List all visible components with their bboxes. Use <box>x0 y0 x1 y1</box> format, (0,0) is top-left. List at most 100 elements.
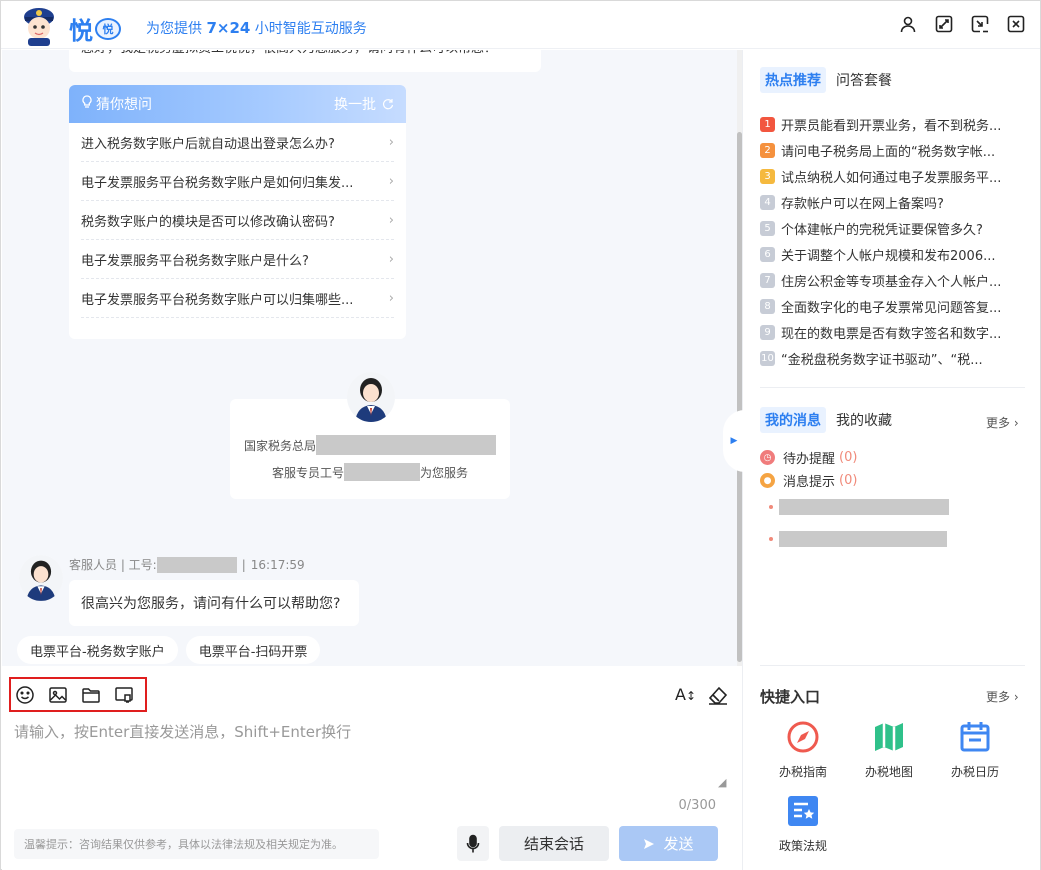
messages-more-link[interactable]: 更多 › <box>986 414 1019 431</box>
agent-org-label: 国家税务总局 <box>244 438 317 453</box>
hot-item-text: 现在的数电票是否有数字签名和数字... <box>781 326 1002 342</box>
rank-badge: 3 <box>760 168 775 184</box>
chevron-right-icon: › <box>388 134 394 150</box>
maximize-icon[interactable] <box>934 14 954 34</box>
notice-item[interactable] <box>769 499 949 515</box>
hot-item[interactable]: 3 试点纳税人如何通过电子发票服务平... <box>760 163 1025 189</box>
hot-item[interactable]: 7 住房公积金等专项基金存入个人帐户... <box>760 267 1025 293</box>
end-session-button[interactable]: 结束会话 <box>499 826 609 861</box>
hot-item-text: 全面数字化的电子发票常见问题答复... <box>781 300 1002 316</box>
hot-item-text: 住房公积金等专项基金存入个人帐户... <box>781 274 1002 290</box>
lightbulb-icon <box>81 95 93 113</box>
hot-item[interactable]: 10 “金税盘税务数字证书驱动”、“税... <box>760 345 1025 371</box>
guess-question-item[interactable]: 进入税务数字账户后就自动退出登录怎么办? › <box>81 123 394 162</box>
header: 悦 悦 为您提供 7×24 小时智能互动服务 <box>1 1 1040 49</box>
refresh-button[interactable]: 换一批 <box>334 94 394 114</box>
rank-badge: 4 <box>760 194 775 210</box>
agent-avatar <box>347 372 395 422</box>
quick-item-tax-guide[interactable]: 办税指南 <box>763 717 843 780</box>
font-size-icon[interactable]: A↕ <box>675 685 696 704</box>
agent-message-bubble: 很高兴为您服务，请问有什么可以帮助您? <box>69 580 359 626</box>
hot-item[interactable]: 1 开票员能看到开票业务，看不到税务... <box>760 111 1025 137</box>
guess-question-item[interactable]: 税务数字账户的模块是否可以修改确认密码? › <box>81 201 394 240</box>
guess-question-item[interactable]: 电子发票服务平台税务数字账户是什么? › <box>81 240 394 279</box>
message-meta: 客服人员 | 工号: | 16:17:59 <box>69 556 305 573</box>
chevron-right-icon: › <box>388 251 394 267</box>
rank-badge: 2 <box>760 142 775 158</box>
chevron-right-icon: › <box>388 290 394 306</box>
minimize-to-tray-icon[interactable] <box>970 14 990 34</box>
redacted-block <box>779 531 947 547</box>
divider <box>760 665 1025 666</box>
guess-question-item[interactable]: 电子发票服务平台税务数字账户可以归集哪些... › <box>81 279 394 318</box>
resize-grip-icon[interactable]: ◢ <box>718 776 730 790</box>
hot-item-text: 开票员能看到开票业务，看不到税务... <box>781 118 1002 134</box>
emoji-icon[interactable] <box>14 684 36 706</box>
rank-badge: 1 <box>760 116 775 132</box>
quick-reply-chip[interactable]: 电票平台-税务数字账户 <box>17 636 178 664</box>
quick-reply-chips: 电票平台-税务数字账户 电票平台-扫码开票 <box>17 636 321 664</box>
screenshot-icon[interactable] <box>113 684 135 706</box>
user-icon[interactable] <box>898 14 918 34</box>
todo-reminder-row[interactable]: ◷ 待办提醒 (0) <box>760 448 857 467</box>
rank-badge: 9 <box>760 324 775 340</box>
hot-tabs: 热点推荐 问答套餐 <box>760 67 892 93</box>
quick-entry-title: 快捷入口 <box>760 688 821 706</box>
quick-item-tax-map[interactable]: 办税地图 <box>849 717 929 780</box>
close-icon[interactable] <box>1006 14 1026 34</box>
compass-icon <box>787 721 819 753</box>
send-icon <box>644 838 655 849</box>
hot-item-text: “金税盘税务数字证书驱动”、“税... <box>781 352 983 368</box>
policy-doc-icon <box>788 796 818 826</box>
voice-input-button[interactable] <box>457 826 489 861</box>
rank-badge: 5 <box>760 220 775 236</box>
bulb-icon: ● <box>760 473 775 488</box>
slogan: 为您提供 7×24 小时智能互动服务 <box>146 19 367 37</box>
chevron-right-icon: › <box>388 212 394 228</box>
agent-id-label: 客服专员工号 <box>272 465 345 480</box>
hot-item[interactable]: 5 个体建帐户的完税凭证要保管多久? <box>760 215 1025 241</box>
rank-badge: 10 <box>760 350 775 366</box>
quick-reply-chip[interactable]: 电票平台-扫码开票 <box>185 636 321 664</box>
message-time: 16:17:59 <box>250 557 305 572</box>
hot-item[interactable]: 9 现在的数电票是否有数字签名和数字... <box>760 319 1025 345</box>
quick-item-policy[interactable]: 政策法规 <box>763 791 843 854</box>
hot-item-text: 存款帐户可以在网上备案吗? <box>781 196 944 212</box>
notice-item[interactable] <box>769 531 947 547</box>
hot-item-text: 试点纳税人如何通过电子发票服务平... <box>781 170 1002 186</box>
hot-item[interactable]: 2 请问电子税务局上面的“税务数字帐... <box>760 137 1025 163</box>
message-input[interactable] <box>14 721 730 791</box>
tab-my-messages[interactable]: 我的消息 <box>760 407 826 433</box>
disclaimer-tip: 温馨提示：咨询结果仅供参考，具体以法律法规及相关规定为准。 <box>14 829 379 859</box>
message-notice-row[interactable]: ● 消息提示 (0) <box>760 471 857 490</box>
tab-qa-package[interactable]: 问答套餐 <box>836 70 892 90</box>
redacted-block <box>779 499 949 515</box>
quick-more-link[interactable]: 更多 › <box>986 688 1019 705</box>
collapse-panel-button[interactable]: ▶ <box>723 410 745 472</box>
send-button[interactable]: 发送 <box>619 826 718 861</box>
agent-avatar <box>19 555 63 601</box>
calendar-icon <box>960 722 990 752</box>
guess-header: 猜你想问 换一批 <box>69 85 406 123</box>
eraser-icon[interactable] <box>706 684 730 706</box>
hot-item[interactable]: 4 存款帐户可以在网上备案吗? <box>760 189 1025 215</box>
input-area: A↕ ◢ 0/300 温馨提示：咨询结果仅供参考，具体以法律法规及相关规定为准。… <box>2 666 742 870</box>
tab-hot-recommend[interactable]: 热点推荐 <box>760 67 826 93</box>
mascot-avatar-icon <box>24 8 54 46</box>
right-panel: ▶ 热点推荐 问答套餐 1 开票员能看到开票业务，看不到税务... 2 请问电子税务局… <box>723 50 1040 870</box>
clock-icon: ◷ <box>760 450 775 465</box>
chat-history[interactable]: 您好，我是税务虚拟员工悦悦，很高兴为您服务，请问有什么可以帮您？ 猜你想问 换一… <box>2 50 737 666</box>
chat-window: 悦 悦 为您提供 7×24 小时智能互动服务 您好，我是税务虚拟员工悦悦，很高兴… <box>0 0 1041 870</box>
chevron-right-icon: › <box>388 173 394 189</box>
hot-item[interactable]: 8 全面数字化的电子发票常见问题答复... <box>760 293 1025 319</box>
redacted-block <box>344 463 421 481</box>
hot-item[interactable]: 6 关于调整个人帐户规模和发布2006... <box>760 241 1025 267</box>
hot-item-text: 个体建帐户的完税凭证要保管多久? <box>781 222 983 238</box>
tab-my-favorites[interactable]: 我的收藏 <box>836 410 892 430</box>
quick-item-tax-calendar[interactable]: 办税日历 <box>935 717 1015 780</box>
image-icon[interactable] <box>47 684 69 706</box>
guess-title: 猜你想问 <box>96 97 152 113</box>
folder-icon[interactable] <box>80 684 102 706</box>
guess-question-item[interactable]: 电子发票服务平台税务数字账户是如何归集发... › <box>81 162 394 201</box>
redacted-block <box>316 435 497 455</box>
